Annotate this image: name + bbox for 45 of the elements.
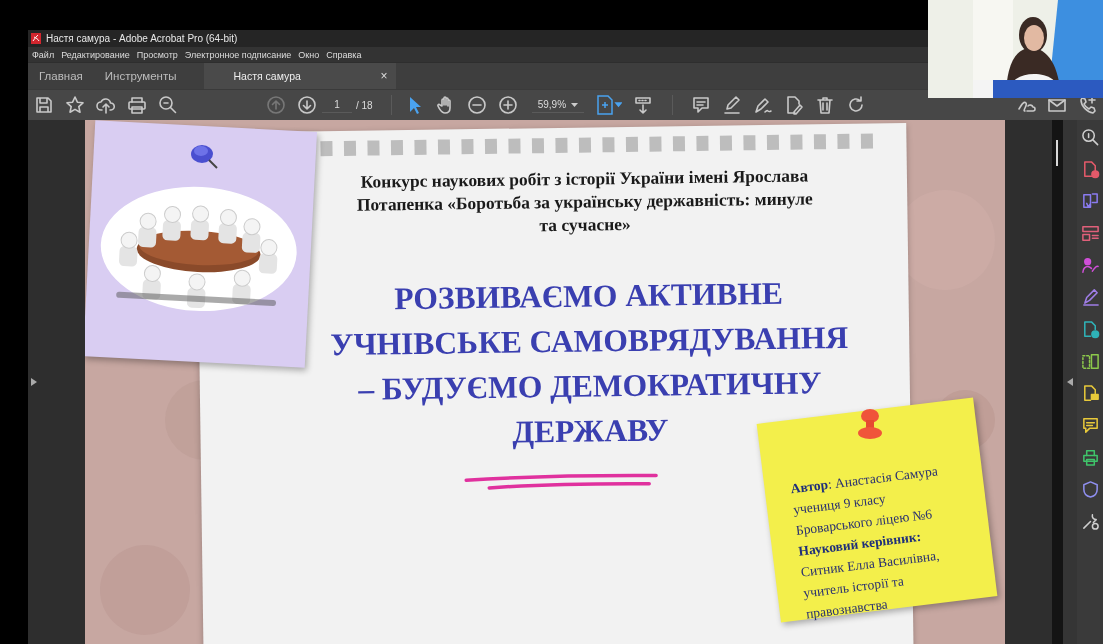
zoom-in-icon[interactable] <box>498 95 519 115</box>
printer-icon[interactable] <box>126 95 147 115</box>
phone-plus-icon[interactable] <box>1077 95 1098 115</box>
menu-item[interactable]: Справка <box>326 49 362 60</box>
layout-icon[interactable] <box>1080 224 1100 243</box>
tab[interactable]: Настя самура × <box>203 63 396 89</box>
shield-icon[interactable] <box>1080 480 1100 499</box>
star-icon[interactable] <box>64 95 85 115</box>
zoom-field[interactable]: 59,9% <box>531 97 584 113</box>
zoom-icon[interactable] <box>1080 128 1100 147</box>
pen-sign-icon[interactable] <box>753 95 774 115</box>
expand-left-icon[interactable] <box>31 378 37 386</box>
menu-item[interactable]: Просмотр <box>136 49 178 60</box>
cursor-icon[interactable] <box>408 96 423 114</box>
pdf-icon <box>31 33 41 44</box>
document-export-icon[interactable] <box>1080 192 1100 211</box>
tab-label: Настя самура <box>233 70 301 82</box>
menu-item[interactable]: Файл <box>32 49 55 60</box>
arrow-down-icon[interactable] <box>296 95 317 115</box>
printer-icon[interactable] <box>1080 448 1100 467</box>
cloud-upload-icon[interactable] <box>95 95 116 115</box>
tab[interactable]: Главная <box>28 63 94 89</box>
collapse-arrow-icon[interactable] <box>1067 378 1073 386</box>
trash-icon[interactable] <box>815 95 836 115</box>
edit-document-icon[interactable] <box>784 95 805 115</box>
zoom-out-icon[interactable] <box>467 95 488 115</box>
page-count: / 18 <box>356 99 373 111</box>
fit-page-icon[interactable] <box>595 95 622 115</box>
menu-item[interactable]: Редактирование <box>61 49 130 60</box>
pen-icon[interactable] <box>1080 288 1100 307</box>
person-sign-icon[interactable] <box>1080 256 1100 275</box>
save-icon[interactable] <box>33 95 54 115</box>
scrollbar[interactable] <box>1052 120 1063 644</box>
comment-icon[interactable] <box>1080 416 1100 435</box>
scroll-mode-icon[interactable] <box>633 95 654 115</box>
close-icon[interactable]: × <box>380 69 388 83</box>
tab[interactable]: Инструменты <box>93 63 188 89</box>
comment-icon[interactable] <box>691 95 712 115</box>
zoom-icon[interactable] <box>157 95 178 115</box>
menu-item[interactable]: Окно <box>298 49 320 60</box>
compare-icon[interactable] <box>1080 352 1100 371</box>
page-field[interactable]: 1 <box>322 97 352 113</box>
menu-item[interactable]: Электронное подписание <box>184 49 292 60</box>
window-title: Настя самура - Adobe Acrobat Pro (64-bit) <box>46 33 238 44</box>
highlighter-icon[interactable] <box>722 95 743 115</box>
